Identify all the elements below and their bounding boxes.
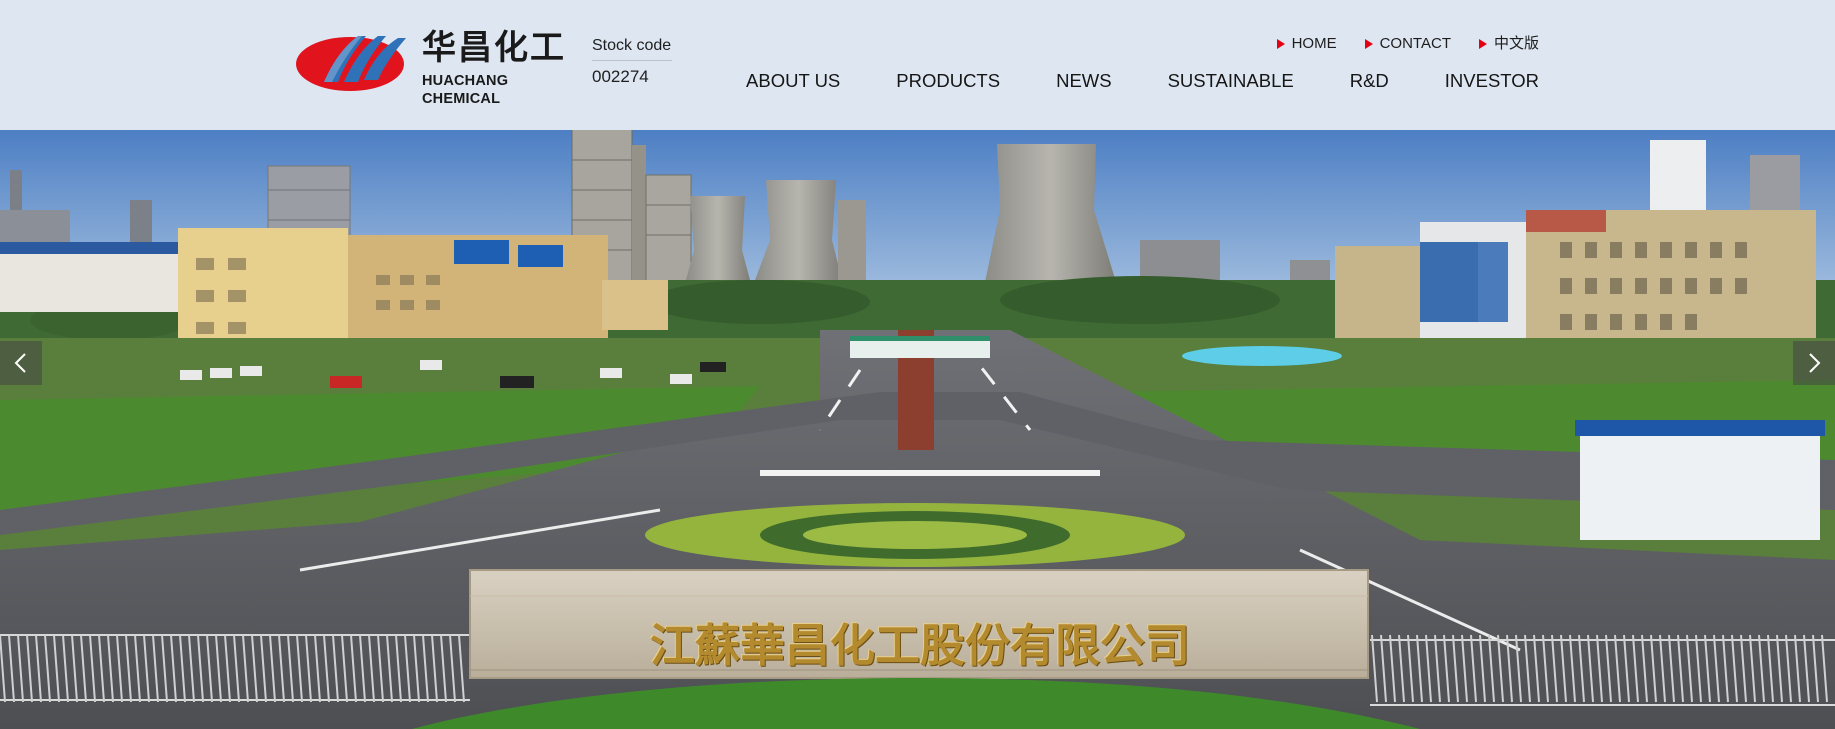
stock-info: Stock code 002274 — [592, 36, 672, 88]
banner-next-button[interactable] — [1793, 341, 1835, 385]
home-link-label: HOME — [1291, 35, 1337, 52]
nav-rd[interactable]: R&D — [1350, 69, 1389, 93]
top-links: HOME CONTACT 中文版 — [1276, 35, 1539, 53]
hero-banner: 江蘇華昌化工股份有限公司 — [0, 130, 1835, 729]
stock-code-label: Stock code — [592, 37, 672, 54]
nav-products[interactable]: PRODUCTS — [896, 69, 1000, 93]
huachang-logo-mark-icon — [296, 36, 406, 91]
banner-prev-button[interactable] — [0, 341, 42, 385]
red-triangle-icon — [1478, 39, 1487, 49]
nav-news[interactable]: NEWS — [1056, 69, 1112, 93]
chinese-version-link[interactable]: 中文版 — [1478, 35, 1539, 53]
chevron-left-icon — [14, 353, 26, 373]
contact-link[interactable]: CONTACT — [1364, 35, 1451, 53]
home-link[interactable]: HOME — [1276, 35, 1337, 53]
nav-investor[interactable]: INVESTOR — [1445, 69, 1539, 93]
logo-chinese-text: 华昌化工 — [422, 28, 566, 68]
main-nav: ABOUT US PRODUCTS NEWS SUSTAINABLE R&D I… — [746, 69, 1539, 93]
red-triangle-icon — [1276, 39, 1285, 49]
company-logo[interactable]: 华昌化工 HUACHANG CHEMICAL — [296, 28, 581, 107]
stock-code-value: 002274 — [592, 67, 649, 86]
logo-english-text: HUACHANG CHEMICAL — [422, 73, 509, 107]
stock-divider — [592, 60, 672, 61]
site-header: 华昌化工 HUACHANG CHEMICAL Stock code 002274… — [0, 0, 1835, 130]
nav-sustainable[interactable]: SUSTAINABLE — [1168, 69, 1294, 93]
nav-about-us[interactable]: ABOUT US — [746, 69, 840, 93]
chinese-version-label: 中文版 — [1493, 35, 1539, 52]
stone-inscription: 江蘇華昌化工股份有限公司 — [649, 618, 1190, 672]
red-triangle-icon — [1364, 39, 1373, 49]
chevron-right-icon — [1809, 353, 1821, 373]
contact-link-label: CONTACT — [1379, 35, 1451, 52]
